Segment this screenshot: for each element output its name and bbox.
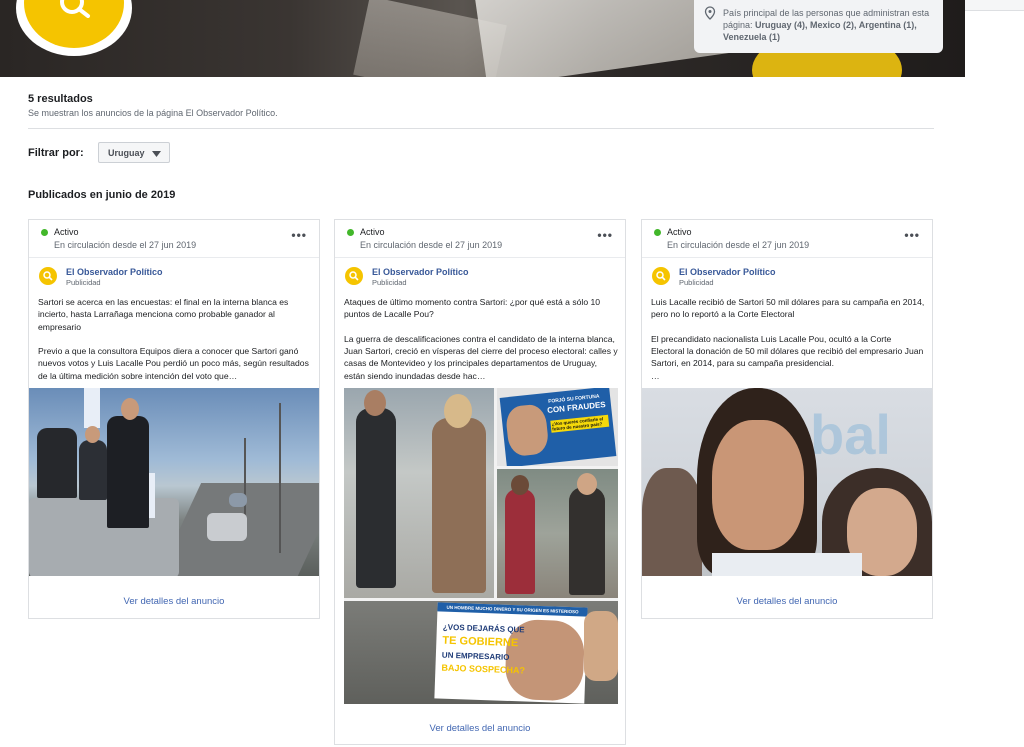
ad-card: Activo En circulación desde el 27 jun 20… bbox=[28, 219, 320, 619]
country-filter-value: Uruguay bbox=[108, 148, 145, 158]
ad-image-collage[interactable]: FORJÓ SU FORTUNA CON FRAUDES ¿Vos querés… bbox=[344, 388, 618, 704]
ad-run-date: En circulación desde el 27 jun 2019 bbox=[360, 240, 503, 250]
divider bbox=[642, 257, 932, 258]
more-options-icon[interactable]: ••• bbox=[904, 228, 920, 242]
image-person-head bbox=[444, 394, 472, 428]
speech-bubble-search-icon bbox=[60, 0, 90, 18]
page-icon[interactable] bbox=[345, 267, 363, 285]
filter-label: Filtrar por: bbox=[28, 147, 84, 159]
image-person bbox=[37, 428, 77, 498]
page-name-link[interactable]: El Observador Político bbox=[679, 267, 776, 277]
divider bbox=[29, 257, 319, 258]
page-icon[interactable] bbox=[39, 267, 57, 285]
image-person-head bbox=[85, 426, 100, 443]
flyer-text: BAJO SOSPECHA? bbox=[441, 662, 526, 676]
ad-run-date: En circulación desde el 27 jun 2019 bbox=[667, 240, 810, 250]
location-pin-icon bbox=[704, 6, 716, 20]
results-count: 5 resultados bbox=[28, 93, 93, 105]
more-options-icon[interactable]: ••• bbox=[597, 228, 613, 242]
image-person bbox=[505, 489, 535, 594]
ad-status: Activo bbox=[667, 227, 692, 237]
page-name-link[interactable]: El Observador Político bbox=[372, 267, 469, 277]
collage-flyer-fraudes: FORJÓ SU FORTUNA CON FRAUDES ¿Vos querés… bbox=[497, 388, 618, 466]
sponsored-label: Publicidad bbox=[66, 278, 101, 287]
image-face bbox=[712, 420, 804, 550]
flyer-text: ¿VOS DEJARÁS QUE bbox=[442, 622, 525, 635]
collage-flyer-sospecha: UN HOMBRE MUCHO DINERO Y SU ORIGEN ES MI… bbox=[344, 601, 618, 704]
ad-image[interactable]: bal bbox=[642, 388, 932, 576]
image-flag bbox=[84, 388, 100, 428]
flyer-text: UN EMPRESARIO bbox=[441, 650, 510, 662]
image-person bbox=[356, 408, 396, 588]
sponsored-label: Publicidad bbox=[372, 278, 407, 287]
top-bar-edge bbox=[965, 0, 1024, 11]
page-icon[interactable] bbox=[652, 267, 670, 285]
flyer-face bbox=[504, 403, 550, 458]
image-person-head bbox=[511, 475, 529, 495]
ad-body-text: Sartori se acerca en las encuestas: el f… bbox=[38, 297, 309, 381]
image-person bbox=[107, 416, 149, 528]
country-filter-dropdown[interactable]: Uruguay bbox=[98, 142, 170, 163]
image-car bbox=[229, 493, 247, 507]
image-person bbox=[432, 418, 486, 593]
speech-bubble-search-icon bbox=[349, 271, 359, 281]
flyer: UN HOMBRE MUCHO DINERO Y SU ORIGEN ES MI… bbox=[434, 602, 588, 704]
image-person-head bbox=[577, 473, 597, 495]
image-person-head bbox=[364, 390, 386, 416]
flyer-text: TE GOBIERNE bbox=[442, 634, 519, 650]
ad-card: Activo En circulación desde el 27 jun 20… bbox=[334, 219, 626, 745]
divider bbox=[28, 128, 934, 129]
image-person bbox=[79, 440, 107, 500]
ad-body-text: Ataques de último momento contra Sartori… bbox=[344, 297, 618, 381]
flyer-text: UN HOMBRE MUCHO DINERO Y SU ORIGEN ES MI… bbox=[437, 602, 588, 617]
image-pole bbox=[279, 403, 281, 553]
sponsored-label: Publicidad bbox=[679, 278, 714, 287]
collage-photo-street bbox=[344, 388, 494, 598]
flyer-text: ¿Vos querés confiarle el futuro de nuest… bbox=[550, 414, 610, 433]
collage-photo-handing bbox=[497, 469, 618, 598]
ad-status: Activo bbox=[54, 227, 79, 237]
results-subtitle: Se muestran los anuncios de la página El… bbox=[28, 108, 278, 118]
image-car bbox=[29, 498, 179, 576]
ad-image[interactable] bbox=[29, 388, 319, 576]
ad-details-link[interactable]: Ver detalles del anuncio bbox=[642, 596, 932, 607]
active-status-dot bbox=[347, 229, 354, 236]
admin-country-info: País principal de las personas que admin… bbox=[694, 0, 943, 53]
image-background-text: bal bbox=[810, 403, 891, 466]
image-hand bbox=[584, 611, 618, 681]
admin-country-text: País principal de las personas que admin… bbox=[723, 7, 933, 43]
image-car bbox=[207, 513, 247, 541]
active-status-dot bbox=[654, 229, 661, 236]
ad-card: Activo En circulación desde el 27 jun 20… bbox=[641, 219, 933, 619]
image-person bbox=[569, 487, 605, 595]
ad-run-date: En circulación desde el 27 jun 2019 bbox=[54, 240, 197, 250]
image-person bbox=[642, 468, 702, 576]
image-shirt bbox=[712, 553, 862, 576]
ad-details-link[interactable]: Ver detalles del anuncio bbox=[335, 723, 625, 734]
speech-bubble-search-icon bbox=[656, 271, 666, 281]
ad-details-link[interactable]: Ver detalles del anuncio bbox=[29, 596, 319, 607]
flyer: FORJÓ SU FORTUNA CON FRAUDES ¿Vos querés… bbox=[499, 388, 617, 466]
ad-status: Activo bbox=[360, 227, 385, 237]
caret-down-icon bbox=[152, 151, 161, 157]
divider bbox=[335, 257, 625, 258]
page-name-link[interactable]: El Observador Político bbox=[66, 267, 163, 277]
ad-body-text: Luis Lacalle recibió de Sartori 50 mil d… bbox=[651, 297, 925, 381]
image-person-head bbox=[121, 398, 139, 420]
more-options-icon[interactable]: ••• bbox=[291, 228, 307, 242]
active-status-dot bbox=[41, 229, 48, 236]
speech-bubble-search-icon bbox=[43, 271, 53, 281]
section-title: Publicados en junio de 2019 bbox=[28, 189, 176, 201]
